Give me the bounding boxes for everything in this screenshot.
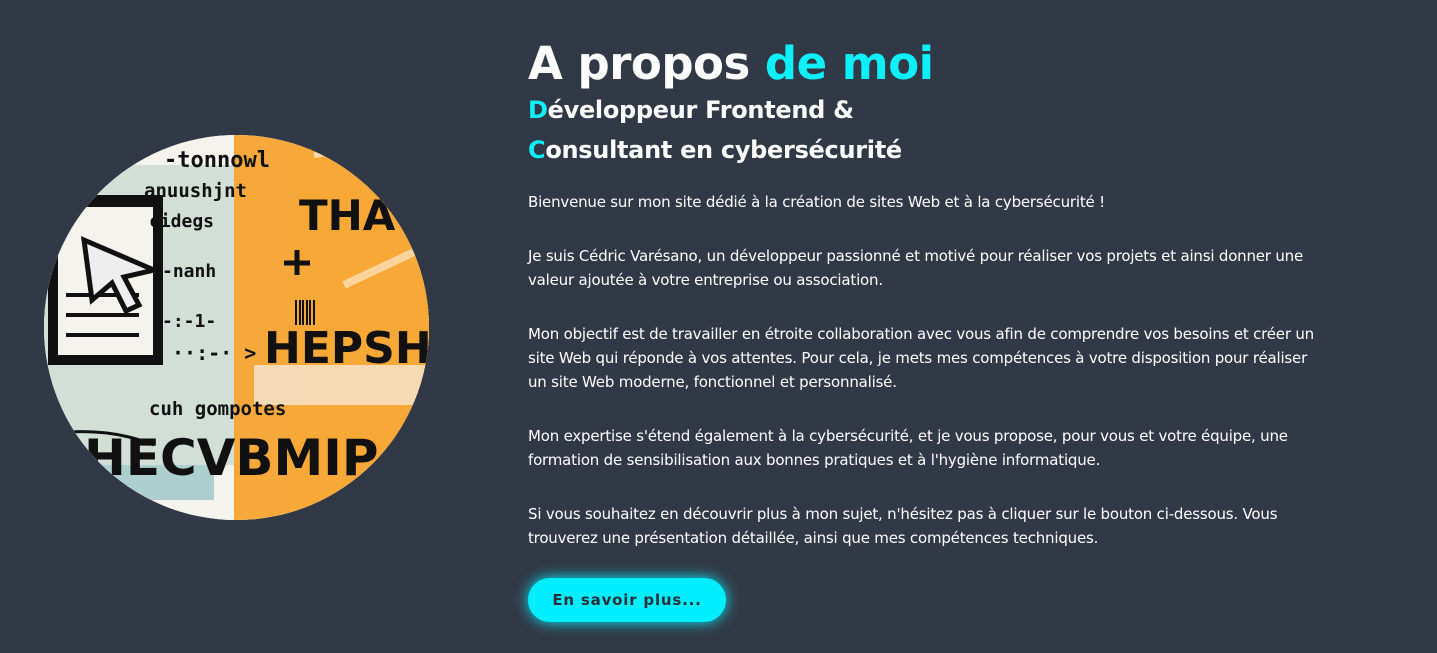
- paragraph-more: Si vous souhaitez en découvrir plus à mo…: [528, 505, 1278, 547]
- learn-more-button[interactable]: En savoir plus...: [528, 578, 726, 622]
- heading-accent: de moi: [764, 37, 934, 90]
- illustration-text-1: -tonnowl: [164, 148, 270, 173]
- paragraph-welcome: Bienvenue sur mon site dédié à la créati…: [528, 193, 1105, 211]
- subtitle-line2-rest: onsultant en cybersécurité: [545, 136, 902, 164]
- illustration-big-text-1: THAT: [299, 191, 421, 240]
- illustration-text-5: -:-1-: [162, 311, 216, 332]
- paragraph-objective: Mon objectif est de travailler en étroit…: [528, 325, 1314, 391]
- page-title: A propos de moi: [528, 36, 1328, 92]
- subtitle-line2-initial: C: [528, 136, 546, 164]
- cyber-collage-image: -tonnowl anuushjnt cidegs -nanh -:-1- ··…: [44, 135, 429, 520]
- illustration-text-2: anuushjnt: [144, 180, 247, 202]
- illustration-text-3: cidegs: [149, 211, 214, 232]
- subtitle-line1-initial: D: [528, 96, 548, 124]
- heading-main: A propos: [528, 37, 750, 90]
- paragraph-intro: Je suis Cédric Varésano, un développeur …: [528, 247, 1303, 289]
- subtitle: Développeur Frontend & Consultant en cyb…: [528, 90, 1328, 170]
- illustration-text-6: ··:-· >: [172, 341, 256, 365]
- subtitle-line1-rest: éveloppeur Frontend &: [547, 96, 854, 124]
- about-illustration: -tonnowl anuushjnt cidegs -nanh -:-1- ··…: [44, 135, 429, 520]
- paragraph-expertise: Mon expertise s'étend également à la cyb…: [528, 427, 1288, 469]
- illustration-text-7: cuh gompotes: [149, 398, 286, 420]
- about-paragraphs: Bienvenue sur mon site dédié à la créati…: [528, 190, 1328, 550]
- illustration-text-4: -nanh: [162, 261, 216, 282]
- about-content: A propos de moi Développeur Frontend & C…: [528, 36, 1328, 580]
- illustration-big-text-2: HEPSHI: [264, 323, 429, 374]
